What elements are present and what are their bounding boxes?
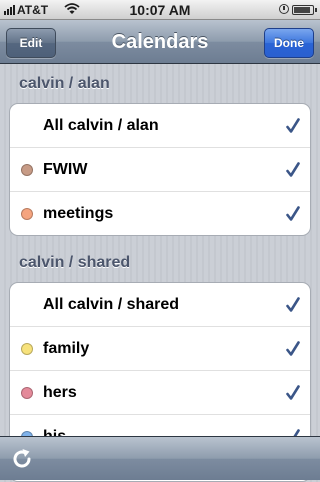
- page-title: Calendars: [111, 31, 209, 53]
- edit-button[interactable]: Edit: [6, 28, 56, 58]
- status-time: 10:07 AM: [129, 2, 191, 18]
- calendar-row[interactable]: meetings: [10, 192, 310, 235]
- checkmark-icon: [286, 118, 300, 133]
- calendar-label: meetings: [43, 205, 114, 222]
- navigation-bar: Edit Calendars Done: [0, 20, 320, 64]
- done-button[interactable]: Done: [264, 28, 314, 58]
- calendar-label: All calvin / shared: [43, 296, 180, 313]
- calendar-row-all[interactable]: All calvin / shared: [10, 283, 310, 327]
- calendar-color-dot: [21, 208, 33, 220]
- calendar-label: family: [43, 340, 90, 357]
- calendar-row[interactable]: FWIW: [10, 148, 310, 192]
- battery-icon: [292, 5, 317, 15]
- calendar-color-dot: [21, 164, 33, 176]
- calendar-color-dot: [21, 343, 33, 355]
- checkmark-icon: [286, 162, 300, 177]
- calendar-color-dot: [21, 387, 33, 399]
- calendar-row-all[interactable]: All calvin / alan: [10, 104, 310, 148]
- refresh-icon[interactable]: [10, 447, 34, 471]
- calendar-label: FWIW: [43, 161, 88, 178]
- checkmark-icon: [286, 341, 300, 356]
- section-header: calvin / alan: [19, 75, 110, 92]
- checkmark-icon: [286, 206, 300, 221]
- status-bar: AT&T 10:07 AM: [0, 0, 320, 20]
- bottom-toolbar: [0, 436, 320, 480]
- clock-icon: [279, 4, 289, 14]
- checkmark-icon: [286, 297, 300, 312]
- calendar-label: All calvin / alan: [43, 117, 159, 134]
- calendar-row[interactable]: hers: [10, 371, 310, 415]
- calendar-group: All calvin / alan FWIW meetings: [9, 103, 311, 236]
- section-header: calvin / shared: [19, 254, 131, 271]
- checkmark-icon: [286, 385, 300, 400]
- calendar-row[interactable]: family: [10, 327, 310, 371]
- calendar-label: hers: [43, 384, 77, 401]
